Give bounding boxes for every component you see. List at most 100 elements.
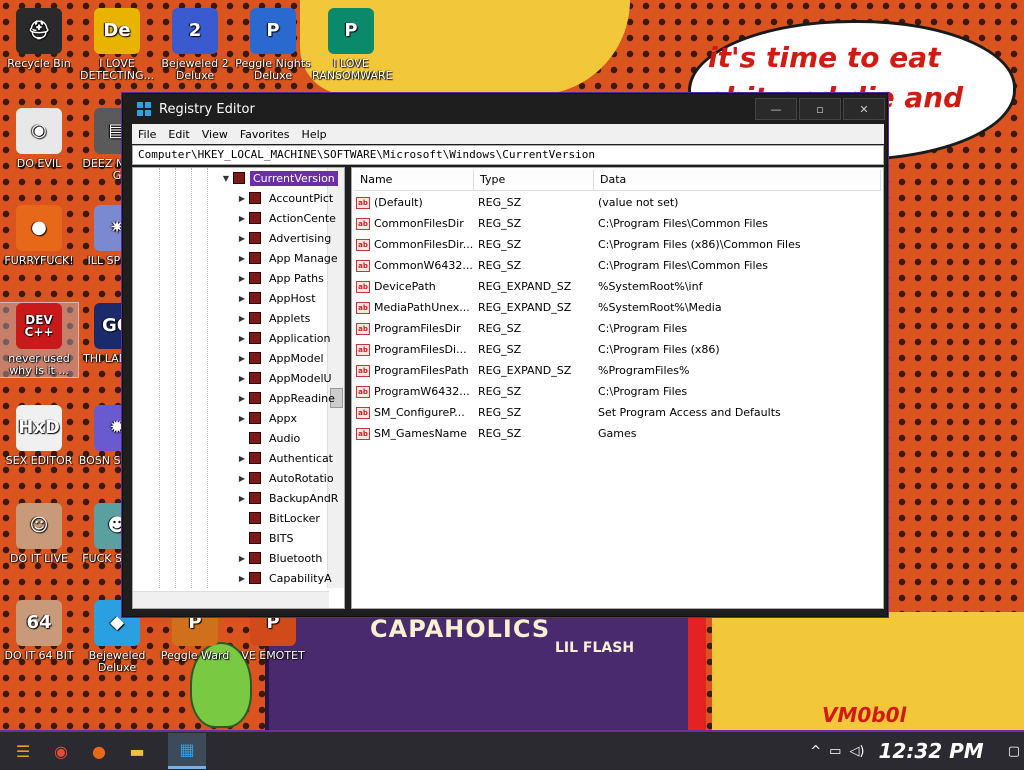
chrome-taskbar-icon[interactable]: ◉ bbox=[42, 733, 80, 769]
chevron-right-icon[interactable]: ▶ bbox=[235, 454, 249, 463]
value-name: (Default) bbox=[374, 196, 423, 209]
tree-guide bbox=[159, 168, 160, 588]
value-row[interactable]: ab MediaPathUnex... REG_EXPAND_SZ %SystemRo… bbox=[356, 297, 878, 318]
chevron-up-icon[interactable]: ^ bbox=[810, 744, 821, 759]
tree-item[interactable]: ▶ Authenticat bbox=[235, 448, 336, 468]
desktop-icon[interactable]: 64 DO IT 64 BIT bbox=[0, 600, 78, 662]
tree-item[interactable]: ▶ Application bbox=[235, 328, 333, 348]
tree-item[interactable]: ▶ AppModelU bbox=[235, 368, 335, 388]
tree-item[interactable]: ▶ ActionCente bbox=[235, 208, 339, 228]
registry-editor-taskbar-icon[interactable]: ▦ bbox=[168, 733, 206, 769]
menu-edit[interactable]: Edit bbox=[162, 128, 195, 141]
desktop-icon[interactable]: ◉ DO EVIL bbox=[0, 108, 78, 170]
tree-item[interactable]: BitLocker bbox=[235, 508, 323, 528]
maximize-button[interactable]: ▫ bbox=[799, 98, 841, 120]
tree-item[interactable]: ▶ AppReadine bbox=[235, 388, 338, 408]
value-data: C:\Program Files\Common Files bbox=[598, 259, 769, 272]
close-button[interactable]: ✕ bbox=[843, 98, 885, 120]
tree-item[interactable]: ▶ CapabilityA bbox=[235, 568, 335, 588]
value-type: REG_SZ bbox=[478, 238, 522, 251]
folder-icon bbox=[249, 552, 261, 564]
tree-item[interactable]: ▶ Advertising bbox=[235, 228, 334, 248]
address-bar[interactable]: Computer\HKEY_LOCAL_MACHINE\SOFTWARE\Mic… bbox=[132, 145, 884, 165]
menu-help[interactable]: Help bbox=[296, 128, 333, 141]
desktop-icon[interactable]: P I LOVE RANSOMWARE bbox=[312, 8, 392, 82]
chevron-down-icon[interactable]: ▼ bbox=[219, 174, 233, 183]
tree-item[interactable]: ▶ Bluetooth bbox=[235, 548, 325, 568]
desktop-icon[interactable]: ☺ DO IT LIVE bbox=[0, 503, 78, 565]
chevron-right-icon[interactable]: ▶ bbox=[235, 554, 249, 563]
values-pane[interactable]: Name Type Data ab (Default) REG_SZ (value n… bbox=[351, 167, 884, 609]
column-header-data[interactable]: Data bbox=[594, 170, 881, 190]
chevron-right-icon[interactable]: ▶ bbox=[235, 214, 249, 223]
tree-item[interactable]: ▶ Appx bbox=[235, 408, 300, 428]
firefox-taskbar-icon[interactable]: ● bbox=[80, 733, 118, 769]
chevron-right-icon[interactable]: ▶ bbox=[235, 374, 249, 383]
chevron-right-icon[interactable]: ▶ bbox=[235, 474, 249, 483]
tree-item[interactable]: ▶ AppModel bbox=[235, 348, 327, 368]
value-row[interactable]: ab CommonFilesDir... REG_SZ C:\Program File… bbox=[356, 234, 878, 255]
value-row[interactable]: ab SM_ConfigureP... REG_SZ Set Program Acce… bbox=[356, 402, 878, 423]
menu-favorites[interactable]: Favorites bbox=[234, 128, 296, 141]
chevron-right-icon[interactable]: ▶ bbox=[235, 494, 249, 503]
desktop-icon[interactable]: ● FURRYFUCK! bbox=[0, 205, 78, 267]
value-row[interactable]: ab DevicePath REG_EXPAND_SZ %SystemRoot%\in… bbox=[356, 276, 878, 297]
desktop-icon[interactable]: DEV C++ never used why is it ... bbox=[0, 302, 79, 378]
chevron-right-icon[interactable]: ▶ bbox=[235, 354, 249, 363]
value-data: C:\Program Files (x86)\Common Files bbox=[598, 238, 801, 251]
value-row[interactable]: ab ProgramFilesPath REG_EXPAND_SZ %ProgramF… bbox=[356, 360, 878, 381]
desktop-icon[interactable]: HxD SEX EDITOR bbox=[0, 405, 78, 467]
clock[interactable]: 12:32 PM bbox=[879, 739, 984, 763]
chevron-right-icon[interactable]: ▶ bbox=[235, 414, 249, 423]
desktop-icon[interactable]: 2 Bejeweled 2 Deluxe bbox=[156, 8, 234, 82]
tree-item[interactable]: ▶ AutoRotatio bbox=[235, 468, 337, 488]
chevron-right-icon[interactable]: ▶ bbox=[235, 314, 249, 323]
chevron-right-icon[interactable]: ▶ bbox=[235, 574, 249, 583]
chevron-right-icon[interactable]: ▶ bbox=[235, 194, 249, 203]
tree-item[interactable]: ▼ CurrentVersion bbox=[219, 168, 338, 188]
window-title: Registry Editor bbox=[159, 101, 255, 117]
chevron-right-icon[interactable]: ▶ bbox=[235, 274, 249, 283]
tree-item[interactable]: ▶ App Manage bbox=[235, 248, 341, 268]
tree-item[interactable]: ▶ AppHost bbox=[235, 288, 319, 308]
column-header-name[interactable]: Name bbox=[354, 170, 474, 190]
value-row[interactable]: ab ProgramW6432... REG_SZ C:\Program Files bbox=[356, 381, 878, 402]
minimize-button[interactable]: — bbox=[755, 98, 797, 120]
value-row[interactable]: ab (Default) REG_SZ (value not set) bbox=[356, 192, 878, 213]
title-bar[interactable]: Registry Editor — ▫ ✕ bbox=[123, 94, 887, 124]
value-row[interactable]: ab ProgramFilesDir REG_SZ C:\Program Files bbox=[356, 318, 878, 339]
start-icon[interactable]: ☰ bbox=[4, 733, 42, 769]
menu-file[interactable]: File bbox=[132, 128, 162, 141]
tree-horizontal-scrollbar[interactable] bbox=[133, 591, 329, 608]
value-row[interactable]: ab SM_GamesName REG_SZ Games bbox=[356, 423, 878, 444]
chevron-right-icon[interactable]: ▶ bbox=[235, 334, 249, 343]
value-type: REG_SZ bbox=[478, 343, 522, 356]
desktop-icon[interactable]: ⛑ Recycle Bin bbox=[0, 8, 78, 70]
tree-item[interactable]: ▶ AccountPict bbox=[235, 188, 336, 208]
value-row[interactable]: ab ProgramFilesDi... REG_SZ C:\Program File… bbox=[356, 339, 878, 360]
chevron-right-icon[interactable]: ▶ bbox=[235, 294, 249, 303]
desktop-icon[interactable]: P Peggle Nights Deluxe bbox=[234, 8, 312, 82]
value-row[interactable]: ab CommonFilesDir REG_SZ C:\Program Files\C… bbox=[356, 213, 878, 234]
tree-item[interactable]: ▶ App Paths bbox=[235, 268, 327, 288]
tree-item[interactable]: ▶ BackupAndR bbox=[235, 488, 341, 508]
chevron-right-icon[interactable]: ▶ bbox=[235, 234, 249, 243]
menu-view[interactable]: View bbox=[196, 128, 234, 141]
notification-icon[interactable]: ▢ bbox=[1008, 744, 1020, 759]
string-value-icon: ab bbox=[356, 280, 370, 293]
volume-icon[interactable]: ◁) bbox=[849, 744, 864, 759]
tree-item[interactable]: BITS bbox=[235, 528, 297, 548]
chevron-right-icon[interactable]: ▶ bbox=[235, 254, 249, 263]
column-header-type[interactable]: Type bbox=[474, 170, 594, 190]
chevron-right-icon[interactable]: ▶ bbox=[235, 394, 249, 403]
value-row[interactable]: ab CommonW6432... REG_SZ C:\Program Files\C… bbox=[356, 255, 878, 276]
network-icon[interactable]: ▭ bbox=[829, 744, 841, 759]
tree-item-label: ActionCente bbox=[269, 211, 336, 225]
tree-item[interactable]: Audio bbox=[235, 428, 303, 448]
file-explorer-icon[interactable]: ▬ bbox=[118, 733, 156, 769]
desktop-icon[interactable]: De I LOVE DETECTING... bbox=[78, 8, 156, 82]
key-tree[interactable]: ▼ CurrentVersion ▶ AccountPict ▶ ActionCente ▶… bbox=[132, 167, 345, 609]
tree-item[interactable]: ▶ Applets bbox=[235, 308, 313, 328]
value-type: REG_SZ bbox=[478, 322, 522, 335]
tree-item-label: App Manage bbox=[269, 251, 338, 265]
